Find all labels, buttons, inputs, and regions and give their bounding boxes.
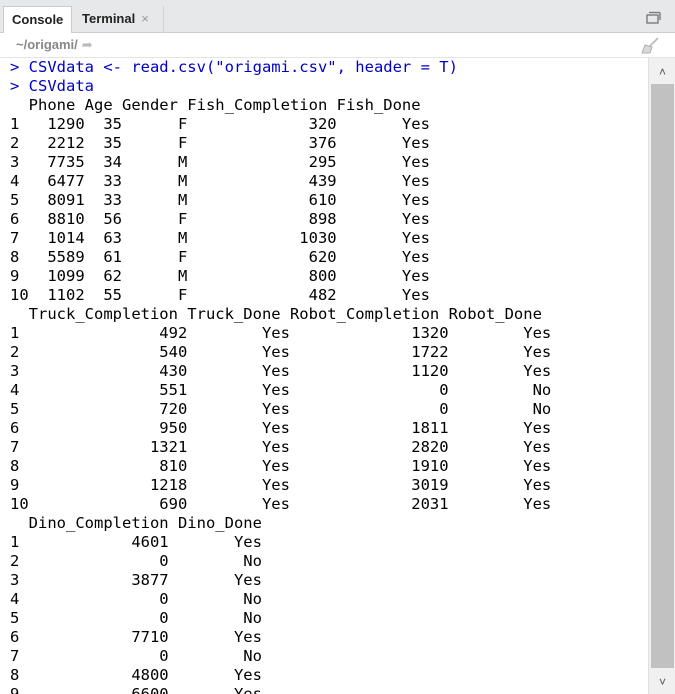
console-output-line: 5 720 Yes 0 No xyxy=(10,400,552,418)
console-output-line: 8 4800 Yes xyxy=(10,666,262,684)
scroll-down-icon[interactable]: ˅ xyxy=(649,670,675,694)
console-output-line: Truck_Completion Truck_Done Robot_Comple… xyxy=(10,305,542,323)
console-output-line: 2 0 No xyxy=(10,552,262,570)
console-output-line: 8 5589 61 F 620 Yes xyxy=(10,248,430,266)
console-output-line: 5 0 No xyxy=(10,609,262,627)
scroll-up-icon[interactable]: ˄ xyxy=(649,60,675,84)
console-command-line: > CSVdata <- read.csv("origami.csv", hea… xyxy=(10,58,458,76)
dataframe-printout: Phone Age Gender Fish_Completion Fish_Do… xyxy=(0,96,648,694)
console-commands: > CSVdata <- read.csv("origami.csv", hea… xyxy=(0,58,648,96)
tab-terminal[interactable]: Terminal × xyxy=(74,6,164,33)
tab-bar: Console Terminal × xyxy=(0,0,675,33)
console-output-line: 5 8091 33 M 610 Yes xyxy=(10,191,430,209)
console-output-line: 4 551 Yes 0 No xyxy=(10,381,552,399)
console-output-line: 1 492 Yes 1320 Yes xyxy=(10,324,552,342)
console-output-line: 7 1014 63 M 1030 Yes xyxy=(10,229,430,247)
close-icon[interactable]: × xyxy=(141,11,149,26)
clear-console-icon[interactable] xyxy=(641,36,661,54)
console-output-line: 1 4601 Yes xyxy=(10,533,262,551)
tab-terminal-label: Terminal xyxy=(82,11,136,26)
console-output-line: Phone Age Gender Fish_Completion Fish_Do… xyxy=(10,96,421,114)
console-output-line: 3 430 Yes 1120 Yes xyxy=(10,362,552,380)
go-to-directory-icon[interactable]: ➦ xyxy=(82,37,93,52)
console-output-line: 6 8810 56 F 898 Yes xyxy=(10,210,430,228)
console-command-line: > CSVdata xyxy=(10,77,94,95)
console-output-line: 7 1321 Yes 2820 Yes xyxy=(10,438,552,456)
console-output-line: 3 3877 Yes xyxy=(10,571,262,589)
console-output-line: 9 6600 Yes xyxy=(10,685,262,694)
console-output-line: 3 7735 34 M 295 Yes xyxy=(10,153,430,171)
tab-console[interactable]: Console xyxy=(3,6,72,33)
console-output-line: 7 0 No xyxy=(10,647,262,665)
working-directory-label: ~/origami/ xyxy=(16,37,78,52)
console-output-line: 6 950 Yes 1811 Yes xyxy=(10,419,552,437)
working-directory-path[interactable]: ~/origami/ ➦ xyxy=(16,37,93,53)
tab-console-label: Console xyxy=(12,12,64,27)
working-directory-bar: ~/origami/ ➦ xyxy=(0,33,675,58)
console-output-line: 1 1290 35 F 320 Yes xyxy=(10,115,430,133)
console-output-line: 9 1218 Yes 3019 Yes xyxy=(10,476,552,494)
scrollbar-thumb[interactable] xyxy=(651,84,674,668)
console-output-line: 8 810 Yes 1910 Yes xyxy=(10,457,552,475)
maximize-pane-icon[interactable] xyxy=(645,10,661,26)
console-output-line: 2 540 Yes 1722 Yes xyxy=(10,343,552,361)
console-output-line: 4 0 No xyxy=(10,590,262,608)
console-output-line: 9 1099 62 M 800 Yes xyxy=(10,267,430,285)
console-output-line: 10 1102 55 F 482 Yes xyxy=(10,286,430,304)
console-output-line: 2 2212 35 F 376 Yes xyxy=(10,134,430,152)
console-output-line: 10 690 Yes 2031 Yes xyxy=(10,495,552,513)
vertical-scrollbar[interactable]: ˄ ˅ xyxy=(648,58,675,694)
console-output-line: Dino_Completion Dino_Done xyxy=(10,514,262,532)
console-output-line: 4 6477 33 M 439 Yes xyxy=(10,172,430,190)
console-output[interactable]: > CSVdata <- read.csv("origami.csv", hea… xyxy=(0,58,648,694)
console-output-line: 6 7710 Yes xyxy=(10,628,262,646)
